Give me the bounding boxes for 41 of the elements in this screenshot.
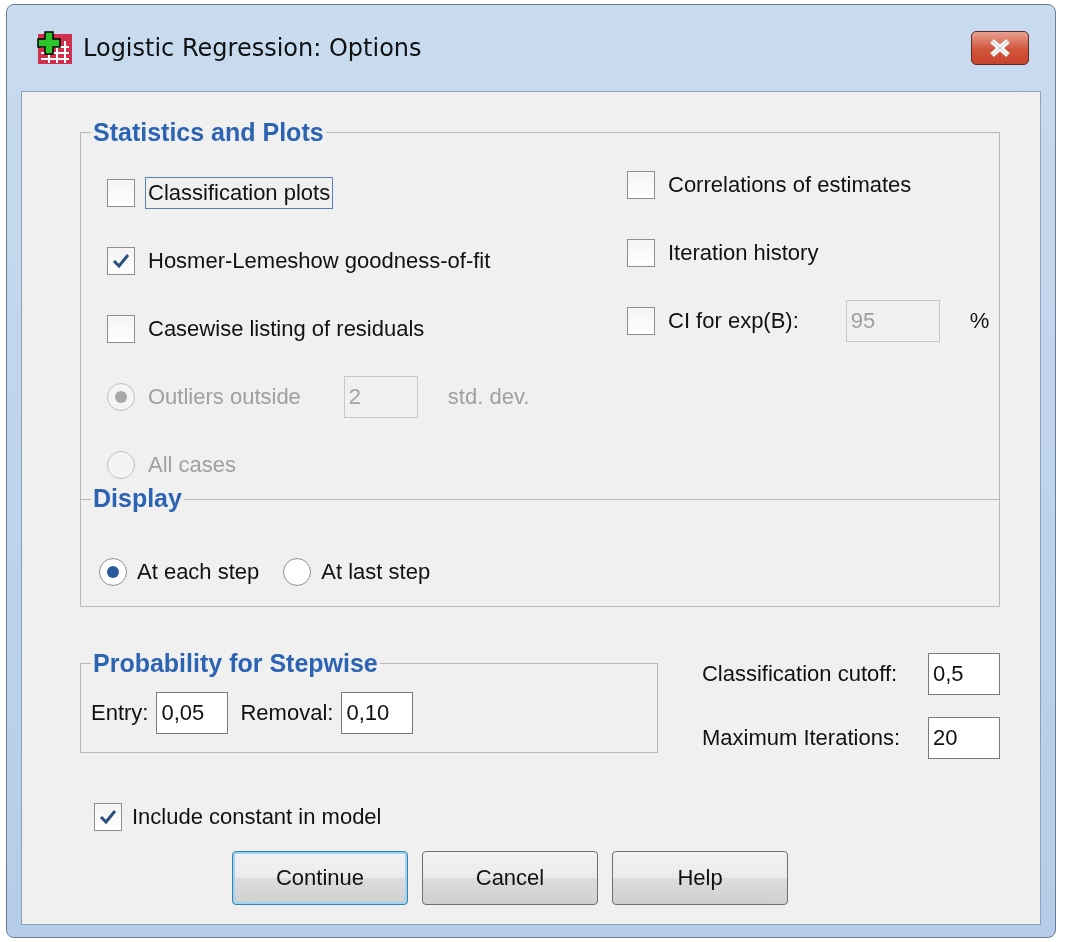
table-plus-icon xyxy=(37,31,73,65)
checkbox[interactable] xyxy=(107,179,135,207)
close-icon xyxy=(988,39,1012,57)
dialog-button[interactable]: Continue xyxy=(232,851,408,905)
radio-button[interactable] xyxy=(99,558,127,586)
number-field[interactable]: 0,05 xyxy=(156,692,229,734)
option-label: Casewise listing of residuals xyxy=(147,315,426,343)
option-label: Classification plots xyxy=(145,177,334,209)
close-button[interactable] xyxy=(971,31,1029,65)
dialog-button[interactable]: Help xyxy=(612,851,788,905)
number-field[interactable]: 0,5 xyxy=(928,653,1000,695)
option-label: CI for exp(B): xyxy=(667,307,800,335)
option-label: Outliers outside xyxy=(147,383,302,411)
group-title: Statistics and Plots xyxy=(92,118,325,147)
dialog-button[interactable]: Cancel xyxy=(422,851,598,905)
unit-label: std. dev. xyxy=(447,384,530,410)
number-field[interactable]: 20 xyxy=(928,717,1000,759)
option-label: Correlations of estimates xyxy=(667,171,913,199)
checkmark-icon xyxy=(99,809,117,825)
unit-label: % xyxy=(969,308,990,334)
option-label: All cases xyxy=(147,451,238,479)
number-field[interactable]: 0,10 xyxy=(341,692,414,734)
field-label: Entry: xyxy=(91,700,149,726)
checkbox[interactable] xyxy=(627,171,655,199)
checkbox[interactable] xyxy=(107,315,135,343)
option-label: Include constant in model xyxy=(132,804,382,830)
option-label: At each step xyxy=(137,559,260,585)
option-label: Hosmer-Lemeshow goodness-of-fit xyxy=(147,247,492,275)
checkbox[interactable] xyxy=(627,239,655,267)
option-label: Iteration history xyxy=(667,239,820,267)
checkmark-icon xyxy=(112,253,130,269)
field-label: Classification cutoff: xyxy=(701,661,899,687)
field-label: Maximum Iterations: xyxy=(701,725,900,751)
radio-button[interactable] xyxy=(283,558,312,586)
option-label: At last step xyxy=(321,559,431,585)
checkbox[interactable] xyxy=(627,307,655,335)
field-label: Removal: xyxy=(240,700,334,726)
checkbox[interactable] xyxy=(94,803,122,831)
checkbox[interactable] xyxy=(107,247,135,275)
window-title: Logistic Regression: Options xyxy=(83,34,423,62)
group-title: Probability for Stepwise xyxy=(92,649,379,678)
